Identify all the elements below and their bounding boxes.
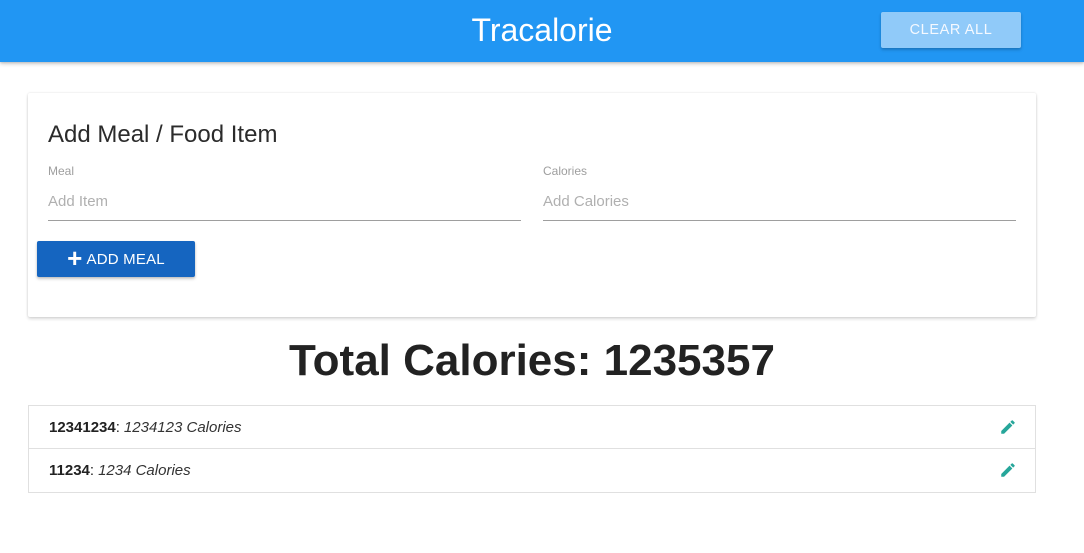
total-calories-label: Total Calories: (289, 336, 592, 385)
calories-input[interactable] (543, 183, 1016, 221)
add-meal-label: ADD MEAL (86, 250, 165, 268)
pencil-icon[interactable] (999, 418, 1017, 436)
total-calories-value: 1235357 (603, 336, 775, 385)
add-meal-button[interactable]: + ADD MEAL (37, 241, 195, 277)
add-meal-card: Add Meal / Food Item Meal Calories + ADD… (28, 93, 1036, 317)
meal-label: Meal (48, 164, 75, 178)
pencil-icon[interactable] (999, 461, 1017, 479)
item-list: 12341234: 1234123 Calories 11234: 1234 C… (28, 405, 1036, 493)
calories-label: Calories (543, 164, 588, 178)
item-name: 12341234 (49, 418, 116, 436)
total-calories: Total Calories: 1235357 (0, 336, 1064, 386)
item-calories: 1234 Calories (98, 462, 191, 479)
card-title: Add Meal / Food Item (48, 121, 278, 148)
list-item: 11234: 1234 Calories (29, 449, 1035, 492)
item-name: 11234 (49, 462, 90, 479)
item-calories: 1234123 Calories (123, 418, 242, 436)
navbar: Tracalorie CLEAR ALL (0, 0, 1084, 62)
plus-icon: + (67, 242, 83, 273)
clear-all-button[interactable]: CLEAR ALL (881, 12, 1021, 48)
list-item: 12341234: 1234123 Calories (29, 406, 1035, 449)
meal-input[interactable] (48, 183, 521, 221)
